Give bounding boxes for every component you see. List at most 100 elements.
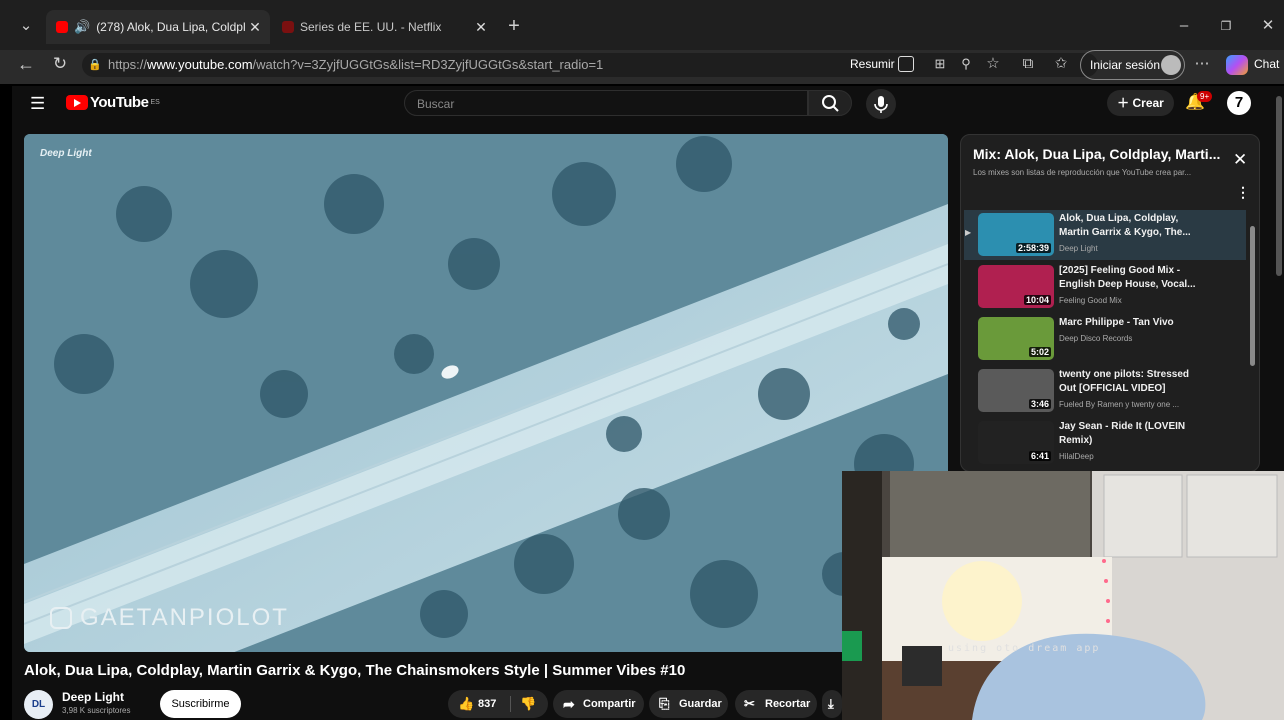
save-button[interactable]: ⎘ Guardar	[649, 690, 728, 718]
download-button[interactable]: ⤓	[822, 690, 842, 718]
copilot-icon[interactable]	[1226, 55, 1248, 75]
playlist-item[interactable]: 10:04 [2025] Feeling Good Mix - English D…	[964, 262, 1246, 312]
window-close-icon[interactable]: ✕	[1254, 12, 1282, 40]
share-button[interactable]: ➦ Compartir	[553, 690, 644, 718]
new-tab-button[interactable]: +	[500, 12, 528, 40]
url-domain: www.youtube.com	[147, 57, 253, 72]
webcam-overlay: using oto dream app	[842, 471, 1284, 720]
playlist-item-title: Marc Philippe - Tan Vivo	[1059, 317, 1174, 328]
apps-icon[interactable]: ⊞	[926, 50, 954, 78]
share-label: Compartir	[583, 698, 636, 710]
lock-icon: 🔒	[88, 59, 102, 71]
search-icon	[822, 95, 839, 112]
watermark-text: GAETANPIOLOT	[80, 604, 289, 631]
video-frame	[24, 134, 948, 652]
voice-search-button[interactable]	[866, 89, 896, 119]
favorites-icon[interactable]: ✩	[1047, 50, 1075, 78]
video-duration: 5:02	[1028, 347, 1051, 357]
back-icon[interactable]: ←	[12, 50, 40, 78]
tab-title: (278) Alok, Dua Lipa, Coldplay, Martin G…	[96, 20, 246, 34]
profile-avatar-icon	[1161, 55, 1181, 75]
bookmark-icon: ⎘	[659, 696, 670, 711]
video-watermark-top: Deep Light	[40, 148, 92, 159]
speaker-icon[interactable]: 🔊	[74, 19, 90, 35]
channel-name[interactable]: Deep Light	[62, 690, 124, 704]
video-watermark-bottom: GAETANPIOLOT	[50, 604, 289, 632]
playlist-thumbnail: 6:41	[978, 421, 1054, 464]
channel-avatar[interactable]: DL	[24, 690, 53, 719]
signin-label: Iniciar sesión	[1090, 58, 1161, 72]
playlist-thumbnail: 10:04	[978, 265, 1054, 308]
restore-icon[interactable]: ❐	[1212, 12, 1240, 40]
signin-button[interactable]: Iniciar sesión	[1080, 50, 1185, 80]
thumbs-up-icon[interactable]: 👍	[458, 690, 474, 718]
summarize-icon	[897, 56, 914, 72]
video-duration: 6:41	[1028, 451, 1051, 461]
youtube-favicon-icon	[56, 21, 68, 33]
extensions-icon[interactable]: ⧉	[1014, 50, 1042, 78]
summarize-button[interactable]: Resumir	[850, 56, 914, 72]
playlist-item-channel: Deep Disco Records	[1059, 334, 1133, 343]
subscribe-button[interactable]: Suscribirme	[160, 690, 241, 718]
playlist-thumbnail: 5:02	[978, 317, 1054, 360]
playlist-scrollbar[interactable]	[1250, 226, 1255, 366]
favorite-star-icon[interactable]: ☆	[979, 50, 1007, 78]
webcam-scene	[842, 471, 1284, 720]
zoom-icon[interactable]: ⚲	[952, 50, 980, 78]
account-avatar[interactable]: 7	[1227, 91, 1251, 115]
close-tab-icon[interactable]: ✕	[472, 19, 490, 36]
playlist-item-channel: Fueled By Ramen y twenty one ...	[1059, 400, 1180, 409]
youtube-play-logo-icon	[66, 95, 88, 110]
playlist-subtitle: Los mixes son listas de reproducción que…	[973, 168, 1192, 177]
playlist-menu-icon[interactable]: ⋮	[1236, 184, 1250, 201]
playlist-item[interactable]: 3:46 twenty one pilots: Stressed Out [OFF…	[964, 366, 1246, 416]
clip-button[interactable]: ✂ Recortar	[735, 690, 817, 718]
close-tab-icon[interactable]: ✕	[246, 19, 264, 36]
playlist-item[interactable]: ▶ 2:58:39 Alok, Dua Lipa, Coldplay, Martin…	[964, 210, 1246, 260]
youtube-logo[interactable]: YouTube ES	[66, 94, 160, 111]
tab-title: Series de EE. UU. - Netflix	[300, 20, 442, 34]
create-label: Crear	[1132, 96, 1164, 110]
instagram-icon	[50, 607, 72, 629]
plus-icon: ＋	[1117, 96, 1130, 110]
logo-text: YouTube	[90, 94, 149, 111]
netflix-favicon-icon	[282, 21, 294, 33]
video-duration: 3:46	[1028, 399, 1051, 409]
thumbs-down-icon[interactable]: 👎	[520, 690, 536, 718]
hamburger-menu-icon[interactable]: ☰	[30, 94, 45, 114]
tab-youtube[interactable]: 🔊 (278) Alok, Dua Lipa, Coldplay, Martin…	[46, 10, 270, 44]
playlist-thumbnail: 3:46	[978, 369, 1054, 412]
reload-icon[interactable]: ↻	[46, 50, 74, 78]
like-dislike-group: 👍 837 👎	[448, 690, 548, 718]
more-menu-icon[interactable]: ⋯	[1188, 50, 1216, 78]
download-icon: ⤓	[828, 696, 834, 711]
playlist-item[interactable]: 5:02 Marc Philippe - Tan Vivo Deep Disco R…	[964, 314, 1246, 364]
search-button[interactable]	[808, 90, 852, 116]
now-playing-icon: ▶	[965, 228, 972, 237]
page-scrollbar[interactable]	[1276, 96, 1282, 276]
playlist-item-title: [2025] Feeling Good Mix - English Deep H…	[1059, 265, 1196, 290]
video-duration: 10:04	[1023, 295, 1051, 305]
url-scheme: https://	[108, 57, 148, 72]
webcam-overlay-text: using oto dream app	[948, 643, 1101, 654]
search-input[interactable]: Buscar	[404, 90, 808, 116]
chat-button[interactable]: Chat	[1254, 57, 1279, 71]
scissors-icon: ✂	[744, 696, 755, 711]
playlist-item-title: Alok, Dua Lipa, Coldplay, Martin Garrix …	[1059, 213, 1191, 238]
playlist-item-channel: Feeling Good Mix	[1059, 296, 1122, 305]
notifications-badge: 9+	[1197, 91, 1213, 102]
divider	[510, 696, 511, 712]
playlist-item[interactable]: 6:41 Jay Sean - Ride It (LOVEIN Remix) Hil…	[964, 418, 1246, 468]
like-count[interactable]: 837	[478, 690, 496, 718]
minimize-icon[interactable]: –	[1170, 12, 1198, 40]
video-player[interactable]: Deep Light GAETANPIOLOT	[24, 134, 948, 652]
playlist-thumbnail: 2:58:39	[978, 213, 1054, 256]
close-playlist-icon[interactable]: ✕	[1233, 150, 1247, 170]
save-label: Guardar	[679, 698, 722, 710]
tab-netflix[interactable]: Series de EE. UU. - Netflix ✕	[272, 10, 496, 44]
logo-region: ES	[150, 99, 160, 106]
playlist-item-title: twenty one pilots: Stressed Out [OFFICIA…	[1059, 369, 1190, 394]
video-title: Alok, Dua Lipa, Coldplay, Martin Garrix …	[24, 662, 686, 679]
create-button[interactable]: ＋ Crear	[1107, 90, 1174, 116]
tab-list-chevron-icon[interactable]: ⌄	[12, 12, 40, 40]
